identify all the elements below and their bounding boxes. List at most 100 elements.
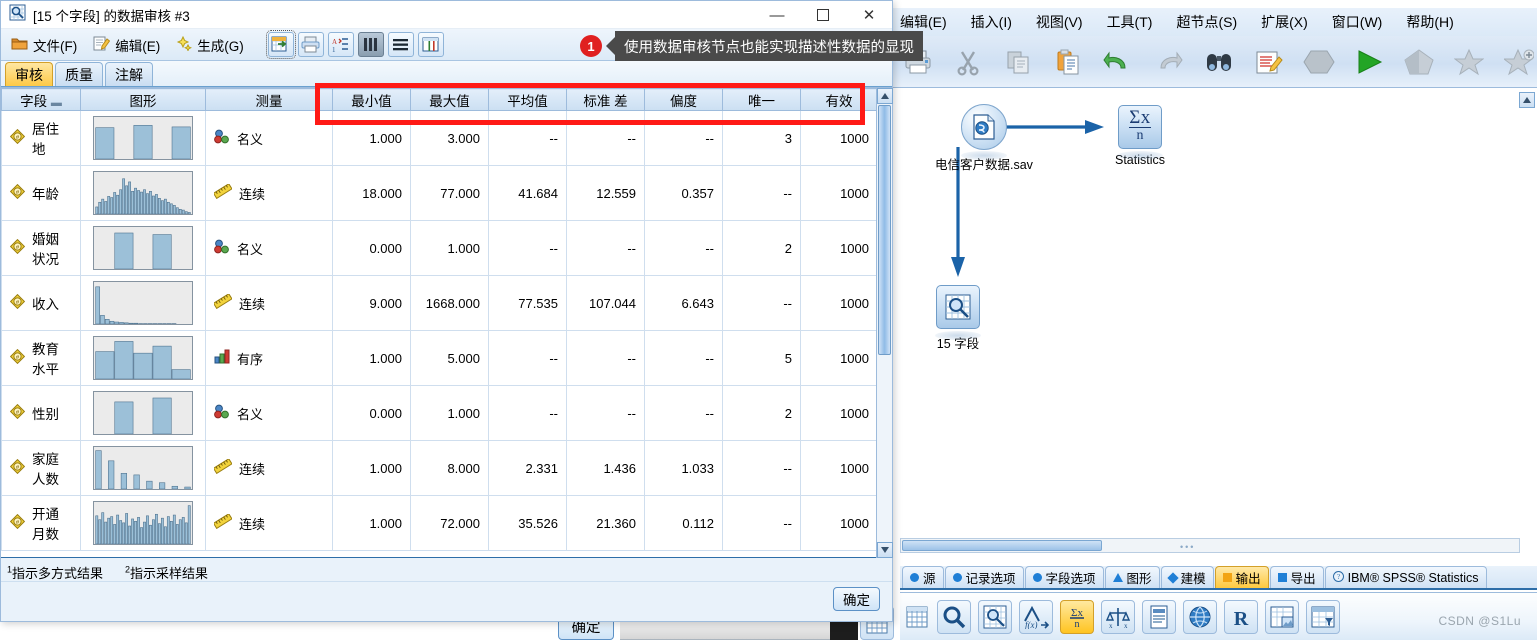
find-icon[interactable]	[1200, 43, 1236, 81]
menu-supernode[interactable]: 超节点(S)	[1176, 12, 1237, 32]
undo-icon[interactable]	[1100, 43, 1136, 81]
star-add-icon[interactable]	[1501, 43, 1537, 81]
cell-measure[interactable]: 名义	[205, 110, 333, 166]
cell-field[interactable]: # 收入	[1, 275, 81, 331]
run-play-icon[interactable]	[1351, 43, 1387, 81]
tab-annotation[interactable]: 注解	[105, 62, 153, 86]
menu-extensions[interactable]: 扩展(X)	[1261, 12, 1308, 32]
cell-field[interactable]: # 家庭人数	[1, 440, 81, 496]
table-row[interactable]: # 婚姻状况 名义 0.000 1.000 -- -- -- 2 1000	[1, 220, 878, 276]
col-header-graph[interactable]: 图形	[80, 88, 206, 111]
canvas-node-source[interactable]: 电信客户数据.sav	[935, 104, 1033, 173]
canvas-scroll-up-button[interactable]	[1519, 92, 1535, 108]
cell-measure[interactable]: 连续	[205, 495, 333, 551]
palette-tab-graphs[interactable]: 图形	[1104, 566, 1160, 588]
palette-item-means[interactable]: xx	[1101, 599, 1135, 634]
cell-measure[interactable]: 名义	[205, 385, 333, 441]
col-header-valid[interactable]: 有效	[800, 88, 878, 111]
palette-item-globe[interactable]	[1183, 599, 1217, 634]
palette-tab-ibm-spss-statistics[interactable]: ? IBM® SPSS® Statistics	[1324, 566, 1487, 588]
scrollbar-thumb[interactable]	[878, 105, 891, 355]
hexagon-icon[interactable]	[1301, 43, 1337, 81]
columns-button[interactable]	[357, 32, 384, 57]
palette-item-data-audit[interactable]	[978, 599, 1012, 634]
table-row[interactable]: # 开通月数 连续 1.000 72.000 35.526 21.360 0.112 -- 100…	[1, 495, 878, 551]
menu-window[interactable]: 窗口(W)	[1332, 12, 1383, 32]
dialog-menu-edit[interactable]: 编辑(E)	[89, 35, 170, 55]
col-header-skew[interactable]: 偏度	[644, 88, 723, 111]
star-icon[interactable]	[1451, 43, 1487, 81]
print-button[interactable]	[297, 32, 324, 57]
canvas-splitter-grip[interactable]: •••	[1180, 543, 1206, 552]
palette-tab-modeling[interactable]: 建模	[1160, 566, 1214, 588]
menu-help[interactable]: 帮助(H)	[1406, 12, 1453, 32]
col-header-unique[interactable]: 唯一	[722, 88, 801, 111]
cell-field[interactable]: # 居住地	[1, 110, 81, 166]
tab-audit[interactable]: 审核	[5, 62, 53, 86]
palette-item-magnifier[interactable]	[937, 599, 971, 634]
cell-field[interactable]: # 开通月数	[1, 495, 81, 551]
col-header-field[interactable]: 字段 ▬	[1, 88, 81, 111]
col-header-measure[interactable]: 测量	[205, 88, 333, 111]
data-audit-dialog[interactable]: [15 个字段] 的数据审核 #3 — ✕ 文件(F) 编辑(E) 生成(G)	[0, 0, 893, 622]
col-header-max[interactable]: 最大值	[410, 88, 489, 111]
stream-canvas[interactable]: 电信客户数据.sav Σx n Statistics 15 字段	[900, 89, 1537, 557]
table-row[interactable]: # 年龄 连续 18.000 77.000 41.684 12.559 0.357 -- 1000	[1, 165, 878, 221]
col-header-min[interactable]: 最小值	[332, 88, 411, 111]
palette-tab-field-ops[interactable]: 字段选项	[1024, 566, 1104, 588]
list-lines-button[interactable]	[387, 32, 414, 57]
ok-button[interactable]: 确定	[833, 587, 880, 611]
cell-field[interactable]: # 年龄	[1, 165, 81, 221]
menu-tools[interactable]: 工具(T)	[1107, 12, 1153, 32]
cell-field[interactable]: # 婚姻状况	[1, 220, 81, 276]
menu-insert[interactable]: 插入(I)	[971, 12, 1012, 32]
canvas-horizontal-scrollbar[interactable]	[900, 538, 1520, 553]
dialog-menu-file[interactable]: 文件(F)	[7, 35, 87, 55]
table-row[interactable]: # 性别 名义 0.000 1.000 -- -- -- 2 1000	[1, 385, 878, 441]
cell-measure[interactable]: 连续	[205, 165, 333, 221]
redo-icon[interactable]	[1150, 43, 1186, 81]
scroll-down-button[interactable]	[877, 542, 893, 558]
cell-measure[interactable]: 有序	[205, 330, 333, 386]
export-grid-button[interactable]	[265, 30, 296, 59]
dialog-titlebar[interactable]: [15 个字段] 的数据审核 #3 — ✕	[1, 1, 892, 29]
table-row[interactable]: # 居住地 名义 1.000 3.000 -- -- -- 3 1000	[1, 110, 878, 166]
canvas-node-statistics[interactable]: Σx n Statistics	[1115, 105, 1165, 167]
cut-icon[interactable]	[950, 43, 986, 81]
table-row[interactable]: # 教育水平 有序 1.000 5.000 -- -- -- 5 1000	[1, 330, 878, 386]
scrollbar-thumb[interactable]	[902, 540, 1102, 551]
menu-edit[interactable]: 编辑(E)	[900, 12, 947, 32]
menu-view[interactable]: 视图(V)	[1036, 12, 1083, 32]
palette-tab-export[interactable]: 导出	[1269, 566, 1324, 588]
cell-measure[interactable]: 连续	[205, 275, 333, 331]
palette-item-statistics[interactable]: Σx n	[1060, 599, 1094, 634]
col-header-mean[interactable]: 平均值	[488, 88, 567, 111]
copy-icon[interactable]	[1000, 43, 1036, 81]
maximize-button[interactable]	[800, 1, 846, 29]
pentagon-icon[interactable]	[1401, 43, 1437, 81]
dialog-menu-generate[interactable]: 生成(G)	[172, 35, 254, 55]
audit-grid-container[interactable]: 字段 ▬ 图形 测量 最小值 最大值 平均值 标准 差 偏度 唯一 有效 # 居住…	[1, 87, 893, 558]
cell-field[interactable]: # 教育水平	[1, 330, 81, 386]
display-table-button[interactable]	[417, 32, 444, 57]
canvas-node-data-audit[interactable]: 15 字段	[935, 285, 981, 352]
palette-item-transform[interactable]: f(x)	[1019, 599, 1053, 634]
grid-vertical-scrollbar[interactable]	[876, 88, 893, 558]
palette-item-table-filter[interactable]	[1306, 599, 1340, 634]
scroll-up-button[interactable]	[877, 88, 893, 104]
tab-quality[interactable]: 质量	[55, 62, 103, 86]
sort-az-button[interactable]: A1	[327, 32, 354, 57]
edit-note-icon[interactable]	[1251, 43, 1287, 81]
palette-tab-output[interactable]: 输出	[1214, 566, 1269, 588]
minimize-button[interactable]: —	[754, 1, 800, 29]
palette-tab-record-ops[interactable]: 记录选项	[944, 566, 1024, 588]
cell-field[interactable]: # 性别	[1, 385, 81, 441]
cell-measure[interactable]: 名义	[205, 220, 333, 276]
palette-item-table-image[interactable]	[1265, 599, 1299, 634]
palette-item-r-output[interactable]: R	[1224, 599, 1258, 634]
table-row[interactable]: # 家庭人数 连续 1.000 8.000 2.331 1.436 1.033 -- 1000	[1, 440, 878, 496]
table-row[interactable]: # 收入 连续 9.000 1668.000 77.535 107.044 6.643 -- 10…	[1, 275, 878, 331]
paste-icon[interactable]	[1050, 43, 1086, 81]
palette-tab-source[interactable]: 源	[902, 566, 944, 588]
palette-item-report[interactable]	[1142, 599, 1176, 634]
